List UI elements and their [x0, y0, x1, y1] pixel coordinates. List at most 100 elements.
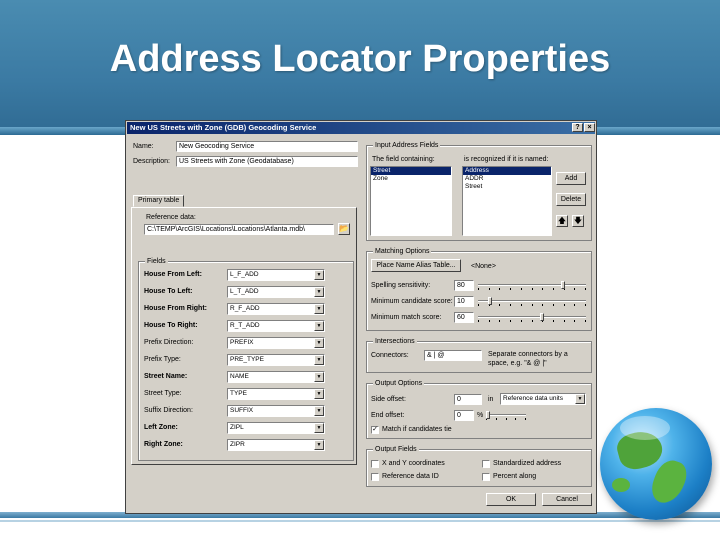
list-item[interactable]: Address: [463, 167, 551, 175]
combo-suffix-direction[interactable]: SUFFIX ▼: [227, 405, 325, 417]
ok-button[interactable]: OK: [486, 493, 536, 506]
side-offset-units-combo[interactable]: Reference data units ▼: [500, 393, 586, 405]
field-containing-label: The field containing:: [372, 156, 435, 163]
min-candidate-score-field[interactable]: 10: [454, 296, 474, 307]
chevron-down-icon: ▼: [314, 440, 324, 450]
dialog-title: New US Streets with Zone (GDB) Geocoding…: [130, 123, 317, 132]
slider-tick: [532, 304, 533, 306]
slider-tick: [574, 320, 575, 322]
slider-tick: [553, 288, 554, 290]
open-folder-icon[interactable]: 📂: [338, 223, 350, 235]
name-field[interactable]: New Geocoding Service: [176, 141, 358, 152]
recognized-if-named-label: is recognized if it is named:: [464, 156, 549, 163]
slider-tick: [521, 288, 522, 290]
side-offset-field[interactable]: 0: [454, 394, 482, 405]
fields-group-title: Fields: [145, 257, 168, 266]
slider-thumb[interactable]: [540, 313, 544, 321]
field-label-house-to-right: House To Right:: [144, 322, 198, 329]
field-label-street-name: Street Name:: [144, 373, 188, 380]
percent-along-checkbox[interactable]: [482, 473, 490, 481]
combo-house-from-left[interactable]: L_F_ADD ▼: [227, 269, 325, 281]
min-candidate-score-slider[interactable]: [478, 297, 586, 307]
list-item[interactable]: Street: [371, 167, 451, 175]
slider-track: [478, 316, 586, 318]
arrow-down-icon[interactable]: 🡇: [572, 215, 584, 227]
xy-coordinates-label: X and Y coordinates: [382, 460, 445, 467]
slider-tick: [510, 304, 511, 306]
standardized-address-checkbox[interactable]: [482, 460, 490, 468]
reference-data-field[interactable]: C:\TEMP\ArcGIS\Locations\Locations\Atlan…: [144, 224, 334, 235]
slider-tick: [532, 320, 533, 322]
end-offset-unit: %: [477, 412, 484, 419]
spelling-sensitivity-field[interactable]: 80: [454, 280, 474, 291]
slider-track: [478, 284, 586, 286]
combo-street-name[interactable]: NAME ▼: [227, 371, 325, 383]
slider-tick: [521, 304, 522, 306]
min-match-score-field[interactable]: 60: [454, 312, 474, 323]
list-item[interactable]: ADDR: [463, 175, 551, 183]
place-alias-value: <None>: [471, 263, 496, 270]
list-item[interactable]: Street: [463, 183, 551, 191]
reference-data-label: Reference data:: [146, 214, 196, 221]
end-offset-field[interactable]: 0: [454, 410, 474, 421]
field-label-suffix-direction: Suffix Direction:: [144, 407, 193, 414]
slider-tick: [499, 288, 500, 290]
min-match-score-slider[interactable]: [478, 313, 586, 323]
cancel-button[interactable]: Cancel: [542, 493, 592, 506]
chevron-down-icon: ▼: [314, 355, 324, 365]
combo-prefix-type[interactable]: PRE_TYPE ▼: [227, 354, 325, 366]
close-button[interactable]: ×: [584, 123, 595, 132]
combo-prefix-direction[interactable]: PREFIX ▼: [227, 337, 325, 349]
combo-house-to-right[interactable]: R_T_ADD ▼: [227, 320, 325, 332]
combo-right-zone[interactable]: ZIPR ▼: [227, 439, 325, 451]
reference-data-id-checkbox[interactable]: [371, 473, 379, 481]
matching-options-title: Matching Options: [373, 247, 432, 256]
combo-house-from-right[interactable]: R_F_ADD ▼: [227, 303, 325, 315]
slider-tick: [521, 320, 522, 322]
list-item[interactable]: Zone: [371, 175, 451, 183]
field-label-street-type: Street Type:: [144, 390, 182, 397]
min-candidate-score-label: Minimum candidate score:: [371, 298, 453, 305]
place-name-alias-button[interactable]: Place Name Alias Table...: [371, 259, 461, 272]
combo-house-to-left[interactable]: L_T_ADD ▼: [227, 286, 325, 298]
slider-thumb[interactable]: [486, 411, 490, 419]
field-containing-list[interactable]: Street Zone: [370, 166, 452, 236]
slider-thumb[interactable]: [488, 297, 492, 305]
footer-line: [0, 520, 720, 522]
help-button[interactable]: ?: [572, 123, 583, 132]
description-label: Description:: [133, 158, 170, 165]
slider-tick: [506, 418, 507, 420]
slider-tick: [499, 304, 500, 306]
slider-tick: [499, 320, 500, 322]
xy-coordinates-checkbox[interactable]: [371, 460, 379, 468]
connectors-label: Connectors:: [371, 352, 409, 359]
slider-tick: [478, 288, 479, 290]
combo-left-zone[interactable]: ZIPL ▼: [227, 422, 325, 434]
slider-tick: [585, 304, 586, 306]
field-label-prefix-direction: Prefix Direction:: [144, 339, 194, 346]
slider-thumb[interactable]: [561, 281, 565, 289]
input-fields-group-title: Input Address Fields: [373, 141, 441, 150]
slider-tick: [585, 320, 586, 322]
connectors-field[interactable]: & | @: [424, 350, 482, 361]
delete-button[interactable]: Delete: [556, 193, 586, 206]
end-offset-slider[interactable]: [486, 411, 526, 421]
arrow-up-icon[interactable]: 🡅: [556, 215, 568, 227]
combo-street-type[interactable]: TYPE ▼: [227, 388, 325, 400]
percent-along-label: Percent along: [493, 473, 537, 480]
add-button[interactable]: Add: [556, 172, 586, 185]
description-field[interactable]: US Streets with Zone (Geodatabase): [176, 156, 358, 167]
chevron-down-icon: ▼: [314, 372, 324, 382]
spelling-sensitivity-slider[interactable]: [478, 281, 586, 291]
field-label-right-zone: Right Zone:: [144, 441, 183, 448]
standardized-address-label: Standardized address: [493, 460, 562, 467]
recognized-names-list[interactable]: Address ADDR Street: [462, 166, 552, 236]
slider-tick: [525, 418, 526, 420]
field-label-prefix-type: Prefix Type:: [144, 356, 181, 363]
match-candidates-tie-checkbox[interactable]: ✓: [371, 426, 379, 434]
address-locator-dialog: New US Streets with Zone (GDB) Geocoding…: [125, 120, 597, 514]
tab-primary-table[interactable]: Primary table: [133, 195, 185, 207]
dialog-titlebar[interactable]: New US Streets with Zone (GDB) Geocoding…: [127, 122, 595, 134]
slider-tick: [532, 288, 533, 290]
connectors-note-2: space, e.g. "& @ |": [488, 360, 547, 367]
